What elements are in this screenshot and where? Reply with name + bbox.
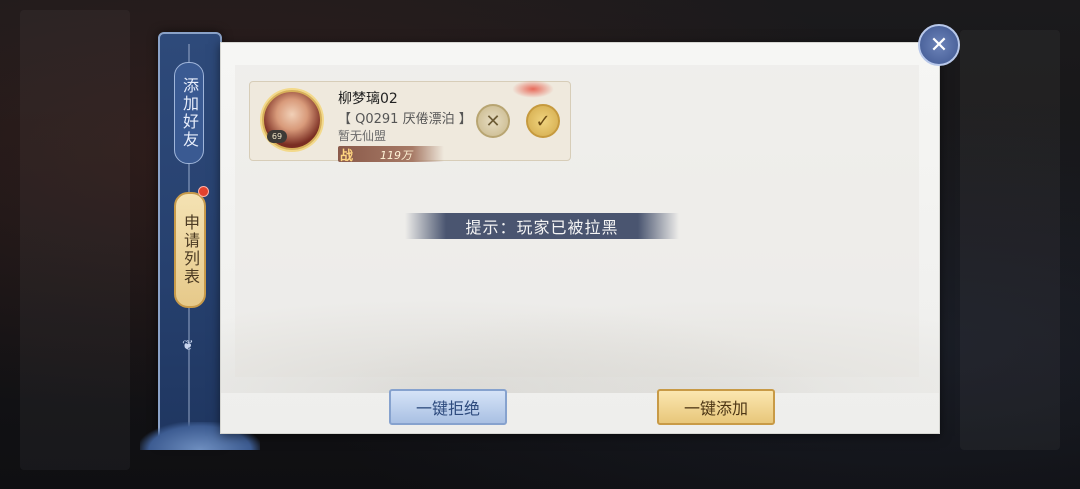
level-badge: 69 [267, 130, 287, 143]
reject-button[interactable]: ✕ [476, 104, 510, 138]
combat-power-bar: 战 119万 [338, 146, 444, 164]
bg-decoration [20, 10, 130, 470]
mountain-decoration [221, 273, 939, 393]
bg-decoration [960, 30, 1060, 450]
tab-add-friend[interactable]: 添加好友 [174, 62, 204, 164]
close-icon: ✕ [485, 110, 501, 132]
tab-request-list[interactable]: 申请列表 [174, 192, 206, 308]
side-tab-rail: 添加好友 申请列表 ❦ [140, 32, 260, 450]
accept-highlight [512, 80, 554, 98]
toast-message: 提示：玩家已被拉黑 [405, 213, 679, 239]
friend-request-card: 69 柳梦璃02 【 Q0291 厌倦漂泊 】 暂无仙盟 战 119万 ✕ ✓ [249, 80, 571, 164]
friend-request-panel: 69 柳梦璃02 【 Q0291 厌倦漂泊 】 暂无仙盟 战 119万 ✕ ✓ … [220, 42, 940, 434]
add-all-button[interactable]: 一键添加 [657, 389, 775, 425]
ornament-icon: ❦ [182, 338, 194, 354]
combat-power-value: 119万 [380, 149, 412, 162]
combat-power-icon: 战 [340, 149, 354, 164]
player-guild: 暂无仙盟 [338, 129, 387, 143]
close-button[interactable]: ✕ [918, 24, 960, 66]
player-name: 柳梦璃02 [338, 91, 398, 107]
reject-all-button[interactable]: 一键拒绝 [389, 389, 507, 425]
notification-dot [198, 186, 209, 197]
accept-button[interactable]: ✓ [526, 104, 560, 138]
close-icon: ✕ [929, 32, 949, 58]
check-icon: ✓ [535, 110, 551, 132]
player-server: 【 Q0291 厌倦漂泊 】 [338, 112, 472, 127]
